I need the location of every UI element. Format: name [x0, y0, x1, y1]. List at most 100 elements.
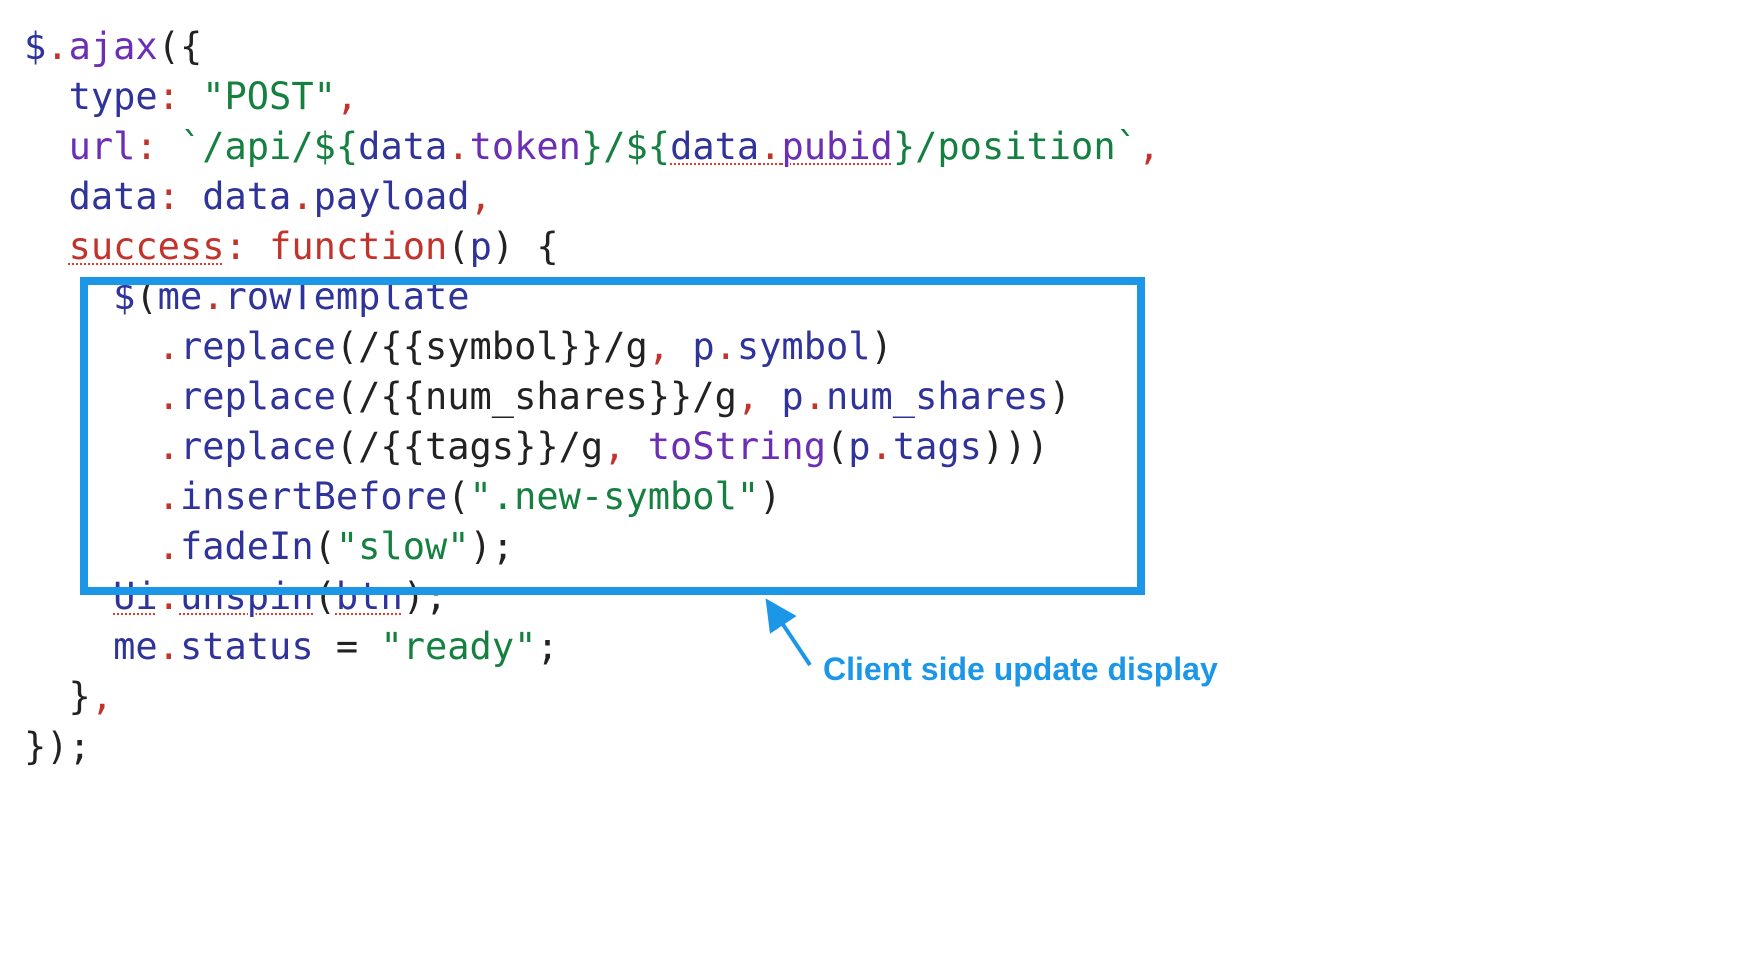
- code-token: rowTemplate: [225, 275, 470, 318]
- code-token: /{{num_shares}}/g: [358, 375, 737, 418]
- code-token: data: [358, 125, 447, 168]
- code-token: [24, 75, 69, 118]
- code-token: :: [158, 75, 180, 118]
- code-token: p: [781, 375, 803, 418]
- code-token: btn: [336, 575, 403, 618]
- code-token: :: [225, 225, 247, 268]
- code-token: .: [804, 375, 826, 418]
- code-token: `/api/${: [180, 125, 358, 168]
- code-token: ,: [1138, 125, 1160, 168]
- code-token: /{{symbol}}/g: [358, 325, 648, 368]
- code-token: ): [1049, 375, 1071, 418]
- code-token: [24, 375, 158, 418]
- code-token: p: [692, 325, 714, 368]
- code-token: (: [447, 475, 469, 518]
- code-token: num_shares: [826, 375, 1049, 418]
- code-token: me: [113, 625, 158, 668]
- code-token: .: [158, 425, 180, 468]
- code-token: payload: [314, 175, 470, 218]
- code-token: .: [759, 125, 781, 168]
- code-token: ): [871, 325, 893, 368]
- code-token: url: [69, 125, 136, 168]
- code-token: .: [158, 375, 180, 418]
- code-token: pubid: [781, 125, 892, 168]
- code-token: token: [470, 125, 581, 168]
- code-token: [180, 175, 202, 218]
- code-token: success: [69, 225, 225, 268]
- code-token: [24, 525, 158, 568]
- code-token: .: [715, 325, 737, 368]
- code-token: fadeIn: [180, 525, 314, 568]
- code-token: .: [202, 275, 224, 318]
- code-token: :: [135, 125, 157, 168]
- code-token: data: [69, 175, 158, 218]
- code-token: (: [826, 425, 848, 468]
- code-token: ): [759, 475, 781, 518]
- code-token: tags: [893, 425, 982, 468]
- code-token: replace: [180, 325, 336, 368]
- code-token: status: [180, 625, 314, 668]
- code-token: insertBefore: [180, 475, 447, 518]
- code-token: p: [470, 225, 492, 268]
- code-token: /{{tags}}/g: [358, 425, 603, 468]
- code-token: ajax: [69, 25, 158, 68]
- code-token: ,: [648, 325, 670, 368]
- code-token: ) {: [492, 225, 559, 268]
- code-token: .: [871, 425, 893, 468]
- code-token: data: [202, 175, 291, 218]
- code-token: (: [314, 575, 336, 618]
- code-token: (: [336, 425, 358, 468]
- code-token: [158, 125, 180, 168]
- code-token: .: [46, 25, 68, 68]
- code-token: ,: [91, 675, 113, 718]
- code-token: ,: [336, 75, 358, 118]
- code-token: [24, 275, 113, 318]
- code-token: "ready": [380, 625, 536, 668]
- code-token: .: [158, 625, 180, 668]
- code-token: [670, 325, 692, 368]
- code-token: type: [69, 75, 158, 118]
- code-token: symbol: [737, 325, 871, 368]
- code-token: toString: [648, 425, 826, 468]
- code-token: [247, 225, 269, 268]
- code-token: [24, 475, 158, 518]
- code-token: =: [314, 625, 381, 668]
- code-token: }/position`: [893, 125, 1138, 168]
- code-token: $: [113, 275, 135, 318]
- code-token: [24, 125, 69, 168]
- code-token: (: [314, 525, 336, 568]
- code-token: });: [24, 725, 91, 768]
- code-token: replace: [180, 425, 336, 468]
- code-token: replace: [180, 375, 336, 418]
- code-token: (: [135, 275, 157, 318]
- code-token: "slow": [336, 525, 470, 568]
- code-token: [180, 75, 202, 118]
- code-token: data: [670, 125, 759, 168]
- code-token: .: [158, 525, 180, 568]
- code-token: }/${: [581, 125, 670, 168]
- code-token: p: [848, 425, 870, 468]
- code-token: );: [403, 575, 448, 618]
- code-token: ))): [982, 425, 1049, 468]
- code-token: ({: [158, 25, 203, 68]
- code-token: $: [24, 25, 46, 68]
- code-token: ,: [470, 175, 492, 218]
- code-token: function: [269, 225, 447, 268]
- code-token: ;: [536, 625, 558, 668]
- code-token: unspin: [180, 575, 314, 618]
- code-token: (: [447, 225, 469, 268]
- code-token: (: [336, 325, 358, 368]
- code-token: .: [158, 475, 180, 518]
- code-token: .: [158, 325, 180, 368]
- code-slide: $.ajax({ type: "POST", url: `/api/${data…: [0, 0, 1752, 978]
- code-token: .: [447, 125, 469, 168]
- code-token: .: [158, 575, 180, 618]
- code-token: ,: [603, 425, 625, 468]
- code-token: [24, 325, 158, 368]
- code-token: [24, 175, 69, 218]
- code-token: [625, 425, 647, 468]
- code-token: [24, 425, 158, 468]
- code-token: [759, 375, 781, 418]
- code-token: (: [336, 375, 358, 418]
- code-token: :: [158, 175, 180, 218]
